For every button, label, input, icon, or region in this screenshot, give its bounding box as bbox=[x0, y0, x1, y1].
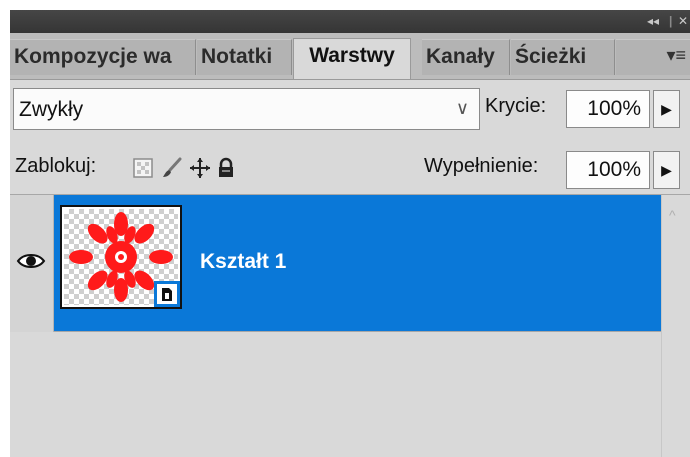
lock-all-icon[interactable] bbox=[215, 157, 237, 179]
panel-titlebar: ◂◂ | ✕ bbox=[10, 10, 690, 33]
layers-panel: ◂◂ | ✕ Kompozycje wa Notatki Warstwy Kan… bbox=[10, 10, 690, 457]
blend-mode-value: Zwykły bbox=[19, 98, 84, 121]
titlebar-separator: | bbox=[669, 14, 673, 28]
lock-move-icon[interactable] bbox=[189, 157, 211, 179]
blend-opacity-row: Zwykły ∨ Krycie: 100% ▶ bbox=[10, 80, 690, 140]
fill-slider-arrow-icon[interactable]: ▶ bbox=[653, 151, 680, 189]
tab-notatki[interactable]: Notatki bbox=[197, 39, 292, 75]
fill-label: Wypełnienie: bbox=[424, 155, 539, 177]
lock-label: Zablokuj: bbox=[15, 155, 97, 177]
blend-mode-select[interactable]: Zwykły ∨ bbox=[13, 88, 480, 130]
lock-fill-row: Zablokuj: Wypełnienie: 100% ▶ bbox=[10, 140, 690, 195]
opacity-slider-arrow-icon[interactable]: ▶ bbox=[653, 90, 680, 128]
panel-menu-icon[interactable]: ▾≡ bbox=[666, 44, 686, 66]
layer-row[interactable]: Kształt 1 bbox=[54, 195, 661, 332]
opacity-input[interactable]: 100% bbox=[566, 90, 650, 128]
lock-brush-icon[interactable] bbox=[161, 157, 183, 179]
fill-input[interactable]: 100% bbox=[566, 151, 650, 189]
opacity-label: Krycie: bbox=[485, 95, 547, 117]
visibility-toggle[interactable] bbox=[10, 195, 54, 332]
chevron-down-icon: ∨ bbox=[455, 98, 469, 118]
close-icon[interactable]: ✕ bbox=[678, 14, 688, 28]
panel-tabs: Kompozycje wa Notatki Warstwy Kanały Ści… bbox=[10, 33, 690, 80]
tab-warstwy[interactable]: Warstwy bbox=[293, 38, 411, 79]
smart-object-badge-icon bbox=[154, 281, 180, 307]
tab-kanaly[interactable]: Kanały bbox=[422, 39, 510, 75]
layers-scrollbar[interactable]: ^ bbox=[661, 195, 690, 457]
layers-list: Kształt 1 ^ bbox=[10, 195, 690, 457]
eye-icon bbox=[16, 254, 46, 268]
tab-sciezki[interactable]: Ścieżki bbox=[511, 39, 615, 75]
layer-thumbnail[interactable] bbox=[60, 205, 182, 309]
scroll-up-icon[interactable]: ^ bbox=[669, 207, 676, 223]
layer-name[interactable]: Kształt 1 bbox=[200, 250, 286, 274]
lock-transparent-icon[interactable] bbox=[132, 157, 154, 179]
tab-kompozycje[interactable]: Kompozycje wa bbox=[10, 39, 196, 75]
collapse-icon[interactable]: ◂◂ bbox=[647, 14, 659, 28]
